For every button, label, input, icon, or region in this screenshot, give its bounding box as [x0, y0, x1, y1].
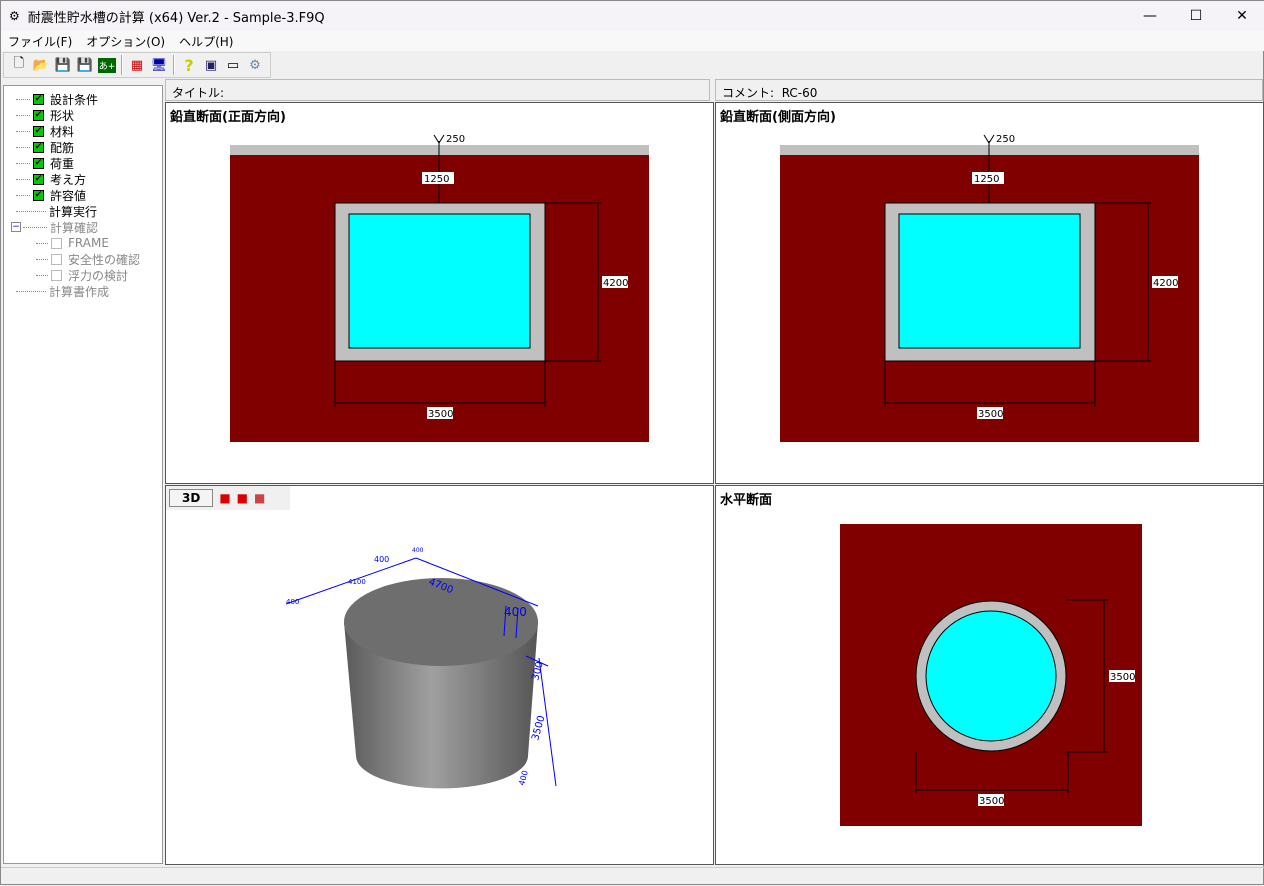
dim-top: 250 — [446, 134, 465, 145]
water — [898, 213, 1081, 349]
tree-item-load[interactable]: ✔ 荷重 — [4, 155, 162, 171]
tree-item-confirm[interactable]: − 計算確認 — [4, 219, 162, 235]
menu-help[interactable]: ヘルプ(H) — [179, 33, 233, 50]
dim-3d: 400 — [412, 547, 424, 554]
book-icon[interactable]: ▣ — [200, 54, 222, 76]
tree-item-shape[interactable]: ✔ 形状 — [4, 107, 162, 123]
dim-3d: 400 — [286, 598, 299, 606]
tree-item-buoyancy[interactable]: 浮力の検討 — [4, 267, 162, 283]
dim-3d: 3500 — [530, 714, 547, 741]
title-field[interactable]: タイトル: — [165, 79, 710, 101]
tree-item-safety[interactable]: 安全性の確認 — [4, 251, 162, 267]
front-section-drawing: 250 1250 4200 3500 — [230, 134, 649, 442]
dim-top: 250 — [996, 134, 1015, 145]
side-section-panel: 鉛直断面(側面方向) 250 1250 4200 3500 — [715, 102, 1264, 484]
new-file-icon[interactable]: 🗋 — [8, 54, 30, 76]
menu-bar: ファイル(F) オプション(O) ヘルプ(H) — [1, 31, 1264, 51]
comment-field[interactable]: コメント: RC-60 — [715, 79, 1263, 101]
front-section-panel: 鉛直断面(正面方向) 250 1250 4200 3500 — [165, 102, 714, 484]
tree-item-rebar[interactable]: ✔ 配筋 — [4, 139, 162, 155]
tree-item-run[interactable]: 計算実行 — [4, 203, 162, 219]
collapse-icon[interactable]: − — [11, 222, 21, 232]
water — [348, 213, 531, 349]
app-icon[interactable]: ⚙ — [244, 54, 266, 76]
title-bar: ⚙ 耐震性貯水槽の計算 (x64) Ver.2 - Sample-3.F9Q —… — [1, 1, 1264, 31]
horizontal-section-drawing: 3500 3500 — [840, 524, 1142, 826]
help-icon[interactable]: ? — [178, 54, 200, 76]
dim-width: 3500 — [979, 796, 1004, 807]
save-as-icon[interactable]: 💾 — [74, 54, 96, 76]
status-bar — [1, 867, 1264, 886]
dim-width: 3500 — [978, 409, 1003, 420]
dim-3d: 400 — [374, 555, 389, 564]
horizontal-section-panel: 水平断面 3500 3500 — [715, 485, 1264, 865]
dim-3d: 400 — [504, 605, 527, 619]
window-title: 耐震性貯水槽の計算 (x64) Ver.2 - Sample-3.F9Q — [27, 10, 325, 26]
input-tree: ✔ 設計条件 ✔ 形状 ✔ 材料 ✔ 配筋 ✔ 荷重 ✔ 考え方 ✔ 許容値 計算実行 − 計算… — [3, 85, 163, 864]
dim-width: 3500 — [428, 409, 453, 420]
tree-item-approach[interactable]: ✔ 考え方 — [4, 171, 162, 187]
tree-item-frame[interactable]: FRAME — [4, 235, 162, 251]
water — [925, 610, 1057, 742]
toolbar-separator — [173, 55, 175, 75]
dim-height: 4200 — [603, 278, 628, 289]
toolbar-separator — [121, 55, 123, 75]
menu-options[interactable]: オプション(O) — [86, 33, 165, 50]
maximize-button[interactable]: ☐ — [1173, 8, 1219, 24]
tree-item-allowable[interactable]: ✔ 許容値 — [4, 187, 162, 203]
3d-view-panel: 3D ■ ■ ■ 400 4100 400 400 4700 400 300 3… — [165, 485, 714, 865]
minimize-button[interactable]: — — [1127, 8, 1173, 24]
computer-icon[interactable]: 🖥 — [148, 54, 170, 76]
comment-label: コメント: — [722, 86, 775, 100]
title-label: タイトル: — [172, 86, 225, 100]
dim-height: 4200 — [1153, 278, 1178, 289]
dim-height: 3500 — [1110, 672, 1135, 683]
tree-item-report[interactable]: 計算書作成 — [4, 283, 162, 299]
toolbar: 🗋 📂 💾 💾 あ+ ▦ 🖥 ? ▣ ▭ ⚙ — [3, 52, 271, 78]
save-icon[interactable]: 💾 — [52, 54, 74, 76]
tree-item-design-conditions[interactable]: ✔ 設計条件 — [4, 91, 162, 107]
open-folder-icon[interactable]: 📂 — [30, 54, 52, 76]
comment-value: RC-60 — [781, 86, 818, 100]
app-icon: ⚙ — [9, 9, 20, 23]
side-section-drawing: 250 1250 4200 3500 — [780, 134, 1199, 442]
tree-item-material[interactable]: ✔ 材料 — [4, 123, 162, 139]
dim-3d: 4100 — [348, 578, 366, 586]
check-edit-icon[interactable]: ▦ — [126, 54, 148, 76]
card-icon[interactable]: ▭ — [222, 54, 244, 76]
dim-cover: 1250 — [424, 174, 449, 185]
dim-3d: 400 — [517, 769, 530, 786]
export-icon[interactable]: あ+ — [96, 54, 118, 76]
menu-file[interactable]: ファイル(F) — [8, 33, 72, 50]
dim-cover: 1250 — [974, 174, 999, 185]
3d-tank-model: 400 4100 400 400 4700 400 300 3500 400 — [285, 547, 557, 789]
close-button[interactable]: ✕ — [1219, 8, 1264, 24]
